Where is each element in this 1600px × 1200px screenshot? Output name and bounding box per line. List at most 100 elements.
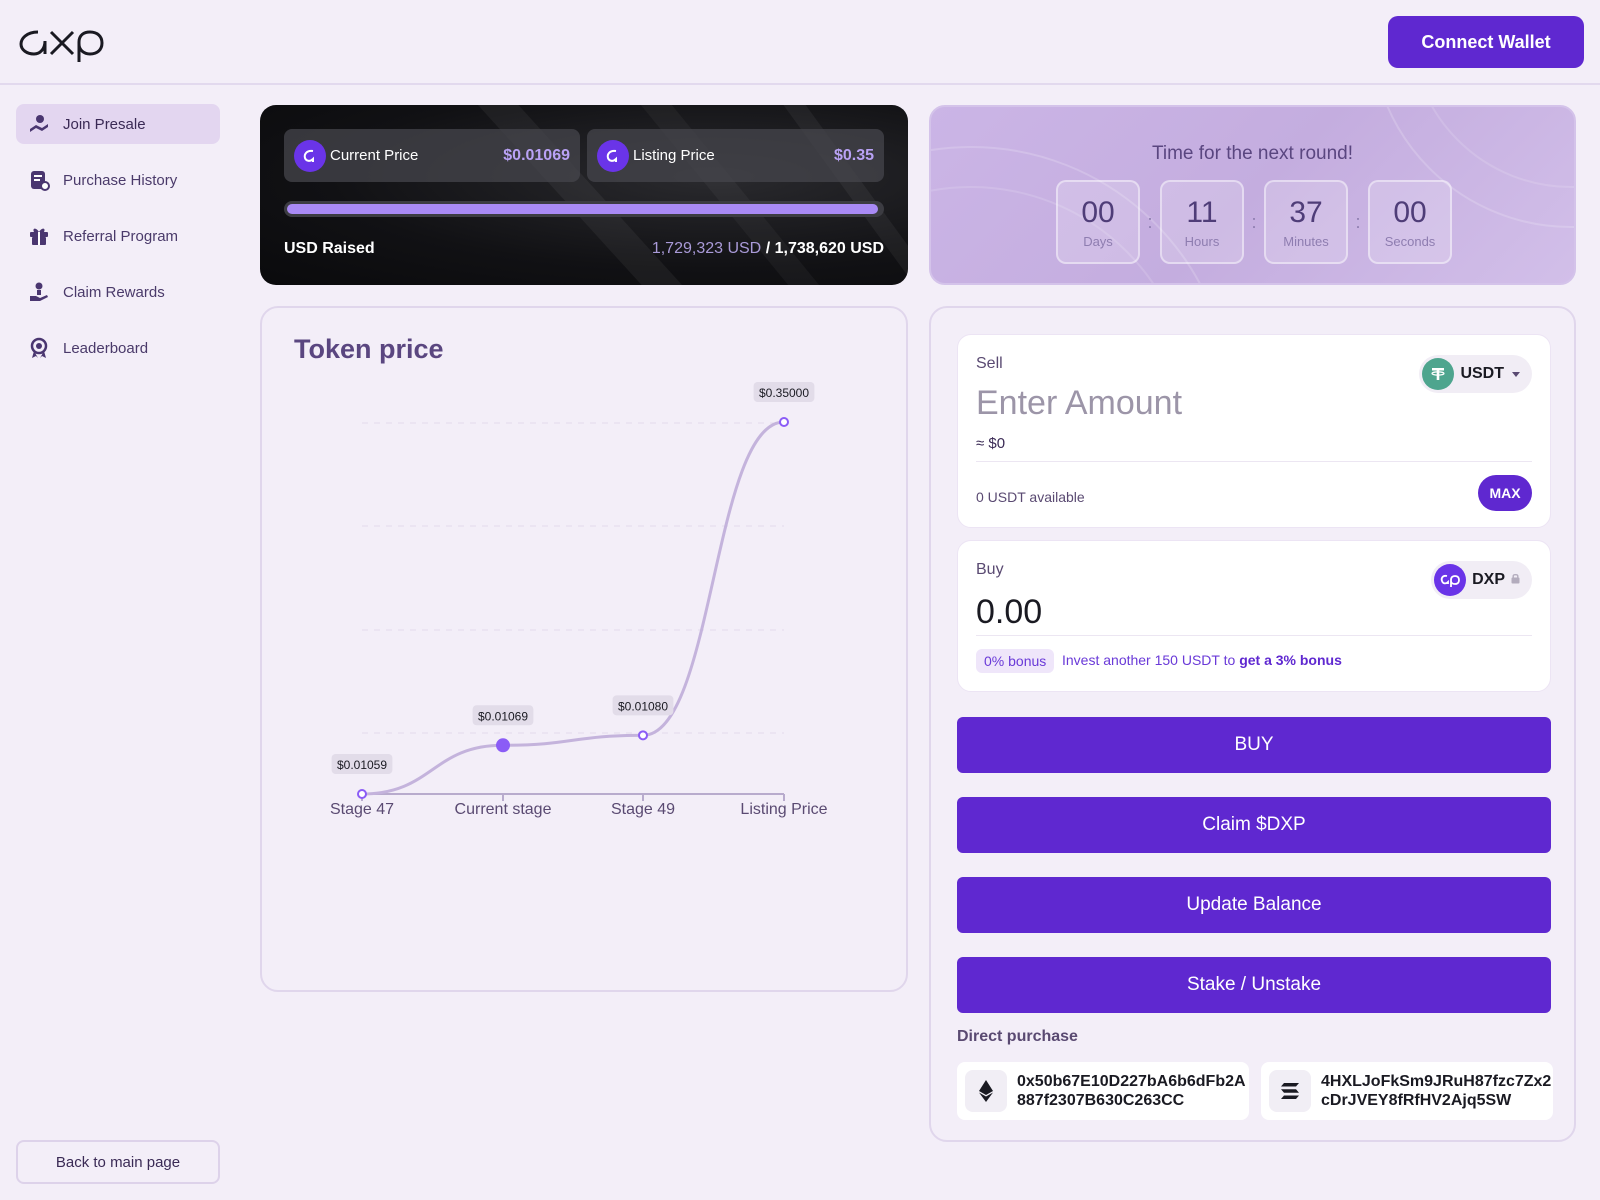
buy-amount-value: 0.00 [976, 593, 1043, 631]
available-balance: 0 USDT available [976, 489, 1085, 505]
bonus-badge: 0% bonus [976, 649, 1055, 673]
sol-address-card[interactable]: 4HXLJoFkSm9JRuH87fzc7Zx2cDrJVEY8fRfHV2Aj… [1261, 1062, 1553, 1120]
history-icon [28, 169, 50, 191]
usd-raised-values: 1,729,323 USD / 1,738,620 USD [652, 240, 884, 258]
listing-price-chip: Listing Price $0.35 [587, 129, 884, 182]
token-price-card: Token price $0.01059 Stage 47 $0.01069 Curr… [260, 306, 908, 992]
sidebar-item-join-presale[interactable]: Join Presale [16, 104, 220, 144]
countdown-seconds: 00 Seconds [1368, 180, 1452, 264]
raise-progress-fill [287, 204, 878, 214]
countdown-timer: 00 Days : 11 Hours : 37 Minutes : 00 Sec… [1056, 180, 1452, 264]
raised-current: 1,729,323 USD [651, 240, 762, 257]
seconds-value: 00 [1393, 195, 1427, 229]
buy-token-name: DXP [1472, 571, 1505, 588]
raise-progress-bar [284, 201, 884, 217]
presale-icon [28, 113, 50, 135]
bonus-hint-text: Invest another 150 USDT to [1062, 652, 1236, 668]
data-label: $0.01059 [337, 758, 387, 772]
data-label: $0.35000 [759, 386, 809, 400]
sell-token-name: USDT [1460, 365, 1504, 382]
time-separator: : [1251, 211, 1257, 232]
top-header: Connect Wallet [0, 0, 1600, 85]
days-label: Days [1083, 233, 1113, 249]
data-point [779, 417, 789, 427]
bonus-hint-strong: get a 3% bonus [1239, 652, 1342, 668]
sol-address: 4HXLJoFkSm9JRuH87fzc7Zx2cDrJVEY8fRfHV2Aj… [1321, 1073, 1552, 1109]
gift-icon [28, 225, 50, 247]
countdown-panel: Time for the next round! 00 Days : 11 Ho… [929, 105, 1576, 285]
sidebar-nav: Join Presale Purchase History Referral P… [16, 104, 220, 384]
dxp-coin-icon [1434, 564, 1467, 596]
usdt-icon [1422, 358, 1455, 390]
raised-total: 1,738,620 USD [774, 240, 884, 257]
direct-purchase-title: Direct purchase [957, 1028, 1078, 1045]
award-icon [28, 337, 50, 359]
solana-icon [1269, 1070, 1311, 1112]
data-label: $0.01080 [618, 699, 668, 713]
data-point [357, 789, 367, 799]
sidebar-item-label: Referral Program [63, 227, 179, 245]
sidebar-item-claim-rewards[interactable]: Claim Rewards [16, 272, 220, 312]
stake-unstake-button[interactable]: Stake / Unstake [957, 957, 1551, 1013]
seconds-label: Seconds [1384, 233, 1436, 249]
sidebar-item-label: Claim Rewards [63, 283, 165, 301]
buy-box: Buy 0.00 0% bonus Invest another 150 USD… [957, 540, 1551, 692]
sidebar-item-purchase-history[interactable]: Purchase History [16, 160, 220, 200]
update-balance-button[interactable]: Update Balance [957, 877, 1551, 933]
countdown-hours: 11 Hours [1160, 180, 1244, 264]
countdown-minutes: 37 Minutes [1264, 180, 1348, 264]
listing-price-value: $0.35 [833, 146, 874, 164]
sell-token-select[interactable]: USDT [1419, 355, 1532, 393]
minutes-value: 37 [1289, 195, 1323, 229]
dxp-logo[interactable] [18, 22, 106, 62]
chevron-down-icon [1512, 365, 1520, 383]
sidebar-item-label: Purchase History [63, 171, 178, 189]
sidebar-item-leaderboard[interactable]: Leaderboard [16, 328, 220, 368]
raised-separator: / [765, 240, 771, 257]
sell-amount-input[interactable] [976, 381, 1396, 425]
time-separator: : [1147, 211, 1153, 232]
price-line [361, 420, 785, 796]
max-button[interactable]: MAX [1478, 475, 1532, 511]
minutes-label: Minutes [1283, 233, 1329, 249]
buy-divider [976, 635, 1532, 636]
data-label: $0.01069 [478, 709, 528, 723]
data-point [638, 730, 648, 741]
lock-icon [1511, 571, 1520, 589]
dxp-coin-icon [294, 139, 326, 172]
countdown-days: 00 Days [1056, 180, 1140, 264]
usd-raised-label: USD Raised [284, 240, 375, 257]
buy-button[interactable]: BUY [957, 717, 1551, 773]
x-tick-label: Stage 47 [330, 801, 394, 818]
usd-approx-value: ≈ $0 [976, 435, 1006, 452]
sell-label: Sell [976, 355, 1003, 372]
eth-address-card[interactable]: 0x50b67E10D227bA6b6dFb2A887f2307B630C263… [957, 1062, 1249, 1120]
back-to-main-button[interactable]: Back to main page [16, 1140, 220, 1184]
token-price-chart: $0.01059 Stage 47 $0.01069 Current stage $0.… [330, 382, 828, 818]
presale-price-panel: Current Price $0.01069 Listing Price $0.… [260, 105, 908, 285]
sidebar-item-referral-program[interactable]: Referral Program [16, 216, 220, 256]
hours-value: 11 [1186, 195, 1218, 229]
x-tick-label: Stage 49 [611, 801, 675, 818]
sidebar-item-label: Join Presale [63, 115, 146, 133]
listing-price-label: Listing Price [633, 147, 715, 164]
hours-label: Hours [1184, 233, 1220, 249]
claim-dxp-button[interactable]: Claim $DXP [957, 797, 1551, 853]
time-separator: : [1355, 211, 1361, 232]
connect-wallet-button[interactable]: Connect Wallet [1388, 16, 1584, 68]
days-value: 00 [1081, 195, 1115, 229]
countdown-title: Time for the next round! [1151, 143, 1353, 164]
x-tick-label: Current stage [455, 801, 552, 818]
current-price-label: Current Price [330, 147, 419, 164]
swap-card: Sell ≈ $0 0 USDT available MAX USDT Buy … [929, 306, 1576, 1142]
eth-address: 0x50b67E10D227bA6b6dFb2A887f2307B630C263… [1017, 1073, 1246, 1109]
buy-token-display: DXP [1431, 561, 1532, 599]
dxp-coin-icon [597, 139, 629, 172]
buy-label: Buy [976, 561, 1004, 578]
claim-icon [28, 281, 50, 303]
data-point [496, 738, 510, 753]
ethereum-icon [965, 1070, 1007, 1112]
sell-divider [976, 461, 1532, 462]
bonus-hint: Invest another 150 USDT to get a 3% bonu… [1062, 652, 1342, 668]
current-price-chip: Current Price $0.01069 [284, 129, 580, 182]
